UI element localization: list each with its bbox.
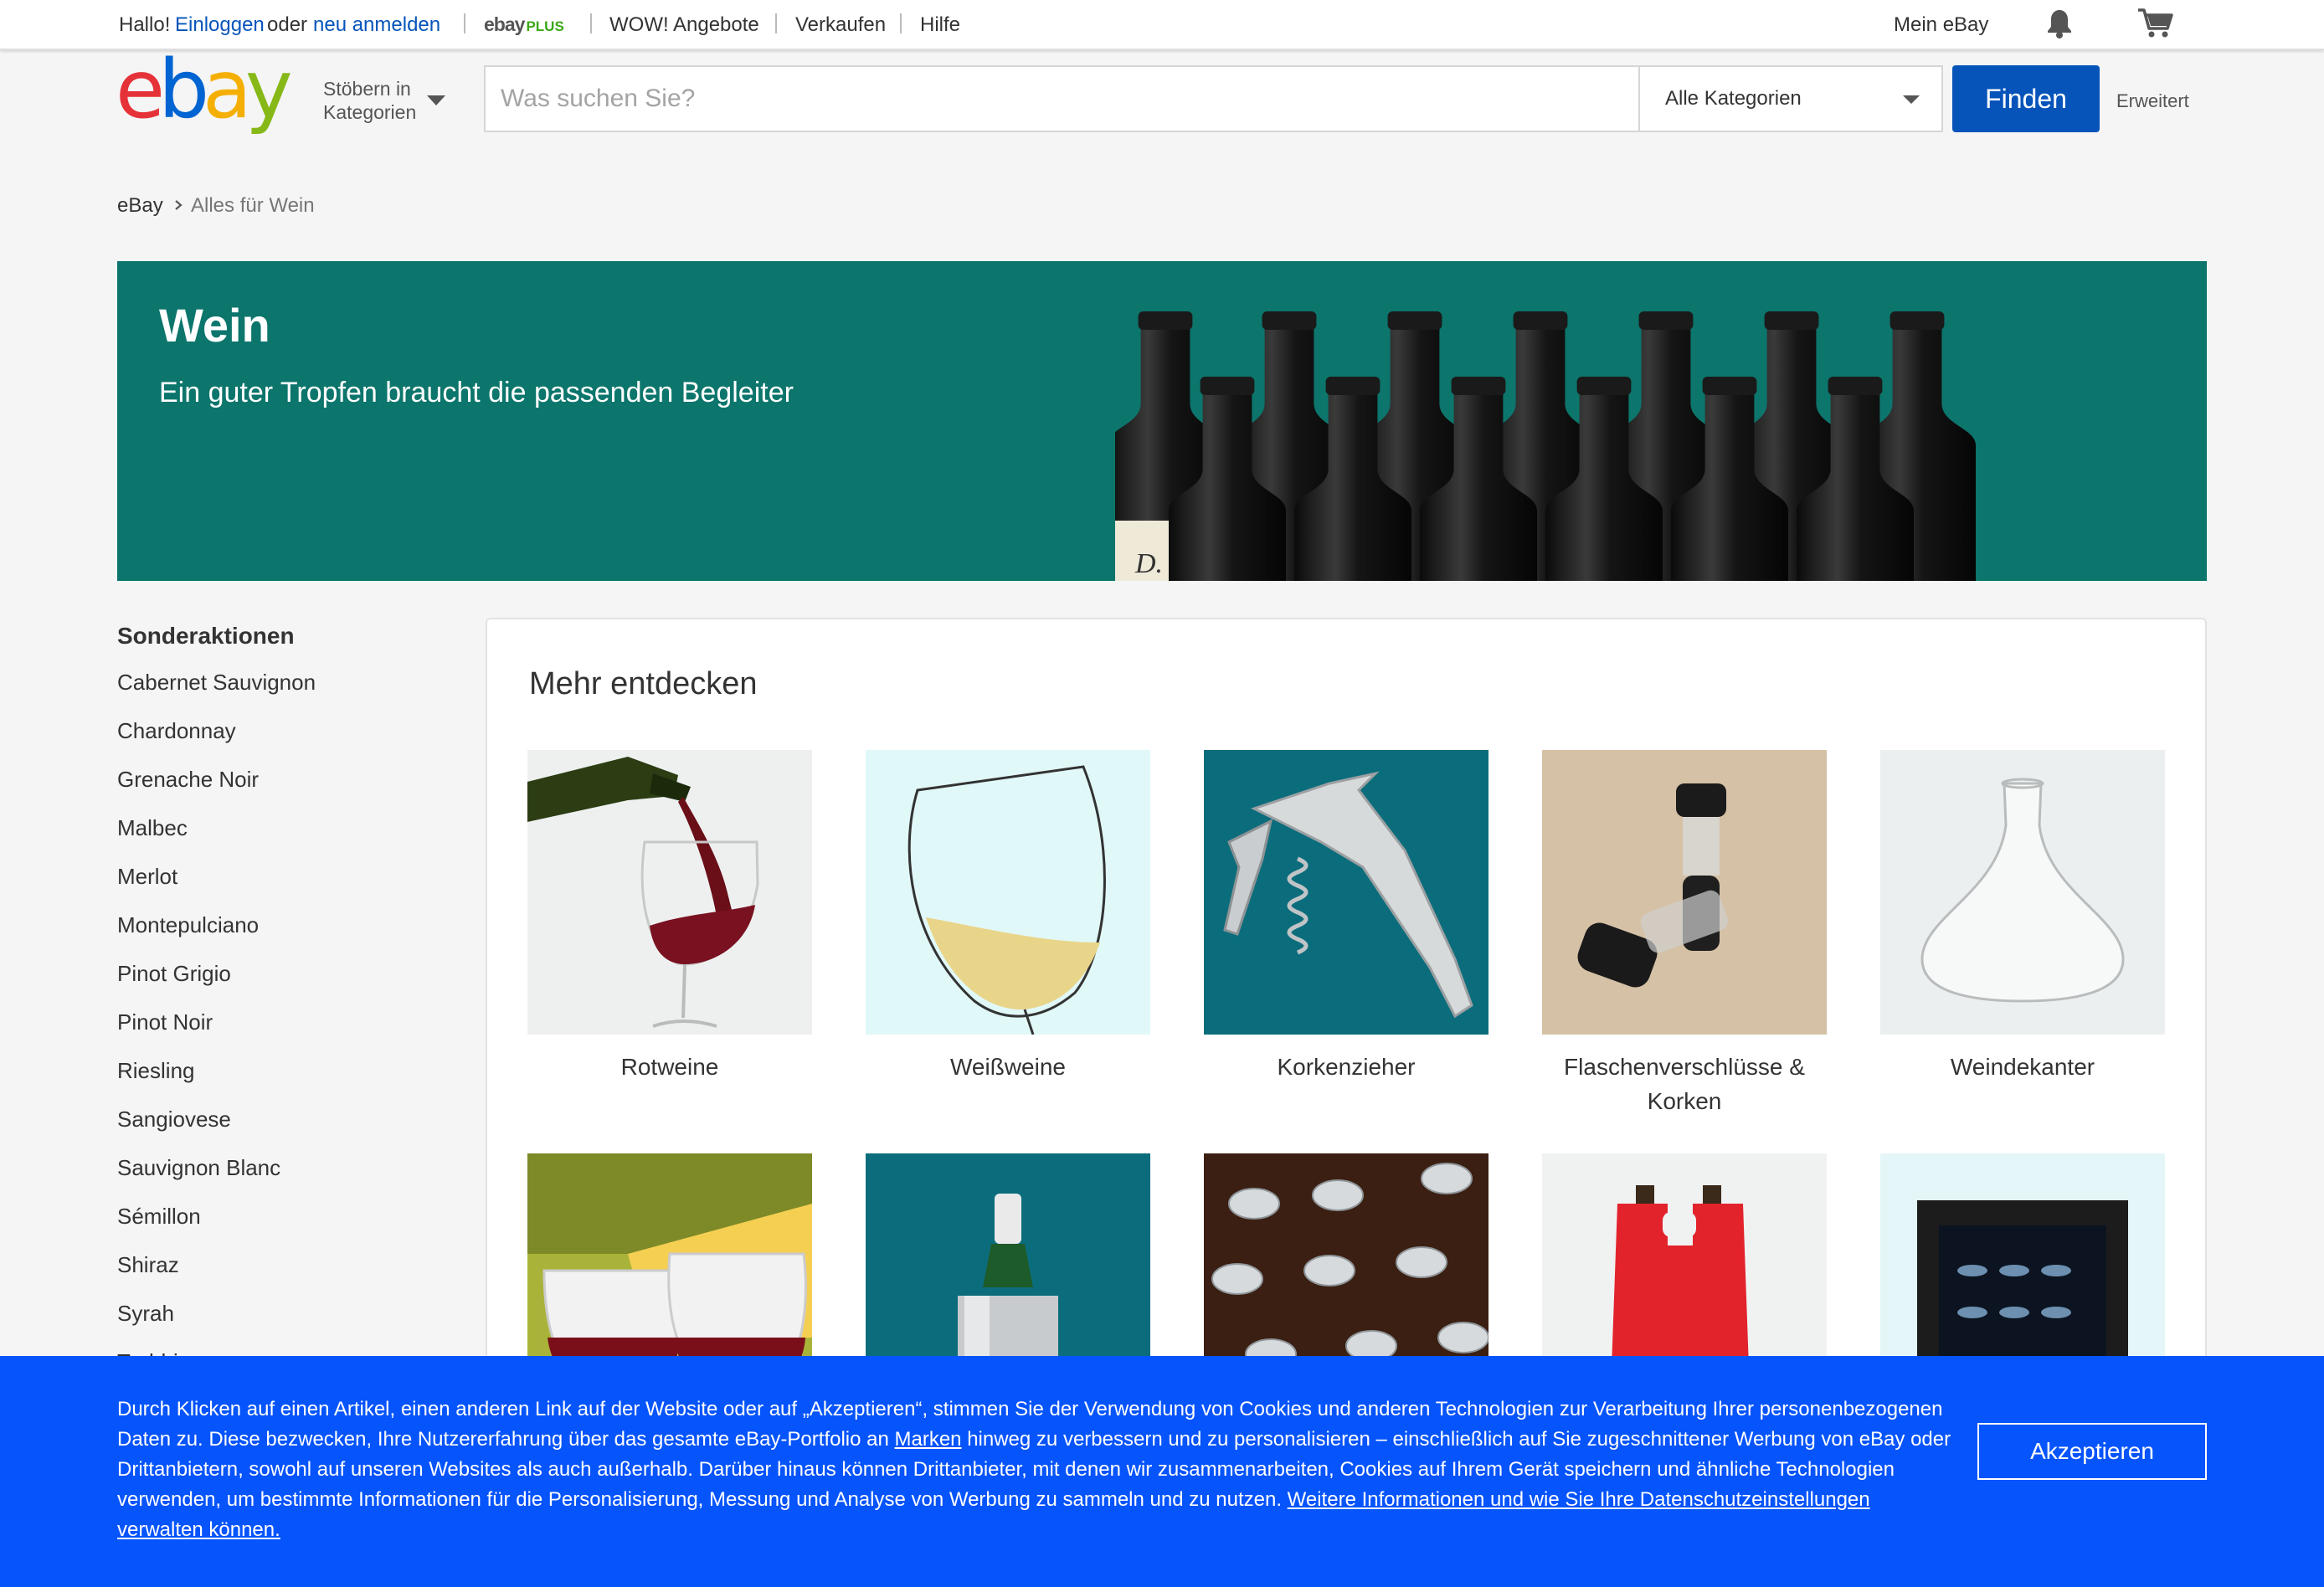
ebay-plus-link[interactable]: ebay PLUS — [484, 13, 564, 36]
register-link[interactable]: neu anmelden — [313, 13, 440, 37]
category-select[interactable]: Alle Kategorien — [1638, 65, 1943, 132]
sidebar-item[interactable]: Pinot Grigio — [117, 961, 231, 987]
my-ebay-link[interactable]: Mein eBay — [1894, 13, 1988, 37]
search-input[interactable] — [484, 65, 1639, 132]
bottle-label-text: D. — [1134, 548, 1163, 579]
sidebar-item[interactable]: Cabernet Sauvignon — [117, 670, 316, 696]
decanter-image — [1880, 750, 2165, 1035]
sidebar-item[interactable]: Chardonnay — [117, 718, 236, 744]
chevron-down-icon — [427, 95, 445, 105]
deals-link[interactable]: WOW! Angebote — [609, 13, 759, 37]
sidebar-item[interactable]: Grenache Noir — [117, 767, 259, 793]
accept-cookies-button[interactable]: Akzeptieren — [1977, 1423, 2207, 1480]
sidebar-title: Sonderaktionen — [117, 623, 295, 649]
divider — [775, 13, 777, 33]
find-button[interactable]: Finden — [1952, 65, 2100, 132]
category-tile-bottle-stoppers[interactable]: Flaschenverschlüsse & Korken — [1542, 750, 1827, 1118]
breadcrumb-home[interactable]: eBay — [117, 194, 163, 218]
ebay-plus-plus: PLUS — [526, 18, 564, 34]
sidebar-item[interactable]: Malbec — [117, 815, 188, 841]
sidebar-item[interactable]: Shiraz — [117, 1252, 179, 1278]
corkscrew-image — [1204, 750, 1488, 1035]
category-tile-white-wine[interactable]: Weißweine — [866, 750, 1150, 1084]
sidebar-item[interactable]: Sangiovese — [117, 1107, 231, 1132]
breadcrumb-current: Alles für Wein — [191, 194, 315, 217]
tile-label: Weißweine — [950, 1054, 1066, 1080]
sidebar-item[interactable]: Merlot — [117, 864, 177, 890]
signin-link[interactable]: Einloggen — [175, 13, 265, 37]
chevron-right-icon — [172, 196, 186, 214]
hero-subtitle: Ein guter Tropfen braucht die passenden … — [159, 377, 794, 408]
chevron-down-icon — [1903, 95, 1920, 104]
greeting-text: Hallo! — [119, 13, 171, 36]
category-select-value: Alle Kategorien — [1665, 87, 1802, 110]
svg-text:ebay: ebay — [116, 50, 290, 136]
wine-bottles-image: D. — [1115, 311, 1976, 581]
tile-label: Flaschenverschlüsse & Korken — [1564, 1054, 1805, 1114]
sidebar-item[interactable]: Montepulciano — [117, 912, 259, 938]
ebay-logo[interactable]: ebay — [116, 43, 308, 144]
sidebar-item[interactable]: Riesling — [117, 1058, 195, 1084]
bottle-stoppers-image — [1542, 750, 1827, 1035]
hero-banner: Wein Ein guter Tropfen braucht die passe… — [117, 261, 2207, 581]
brands-link[interactable]: Marken — [895, 1428, 962, 1451]
divider — [464, 13, 465, 33]
top-bar: Hallo! Einloggen oder neu anmelden ebay P… — [0, 0, 2324, 50]
browse-line2: Kategorien — [323, 101, 417, 123]
sell-link[interactable]: Verkaufen — [795, 13, 886, 37]
advanced-search-link[interactable]: Erweitert — [2116, 90, 2189, 112]
ebay-plus-ebay: ebay — [484, 13, 525, 35]
browse-categories-button[interactable]: Stöbern in Kategorien — [323, 77, 416, 124]
category-tile-decanter[interactable]: Weindekanter — [1880, 750, 2165, 1084]
divider — [590, 13, 592, 33]
hero-title: Wein — [159, 299, 270, 352]
sidebar-item[interactable]: Sauvignon Blanc — [117, 1155, 280, 1181]
category-tile-red-wine[interactable]: Rotweine — [527, 750, 812, 1084]
sidebar-item[interactable]: Syrah — [117, 1301, 174, 1327]
red-wine-image — [527, 750, 812, 1035]
discover-title: Mehr entdecken — [529, 666, 758, 701]
bell-icon[interactable] — [2044, 7, 2075, 40]
cookie-banner: Durch Klicken auf einen Artikel, einen a… — [0, 1356, 2324, 1587]
tile-label: Rotweine — [620, 1054, 719, 1080]
tile-label: Weindekanter — [1950, 1054, 2095, 1080]
cart-icon[interactable] — [2136, 7, 2173, 40]
tile-label: Korkenzieher — [1277, 1054, 1416, 1080]
divider — [900, 13, 902, 33]
cookie-text: Durch Klicken auf einen Artikel, einen a… — [117, 1394, 1959, 1545]
sidebar-item[interactable]: Sémillon — [117, 1204, 201, 1230]
sidebar-item[interactable]: Pinot Noir — [117, 1009, 213, 1035]
or-text: oder — [267, 13, 308, 36]
white-wine-image — [866, 750, 1150, 1035]
help-link[interactable]: Hilfe — [920, 13, 960, 37]
browse-line1: Stöbern in — [323, 78, 411, 100]
category-tile-corkscrew[interactable]: Korkenzieher — [1204, 750, 1488, 1084]
